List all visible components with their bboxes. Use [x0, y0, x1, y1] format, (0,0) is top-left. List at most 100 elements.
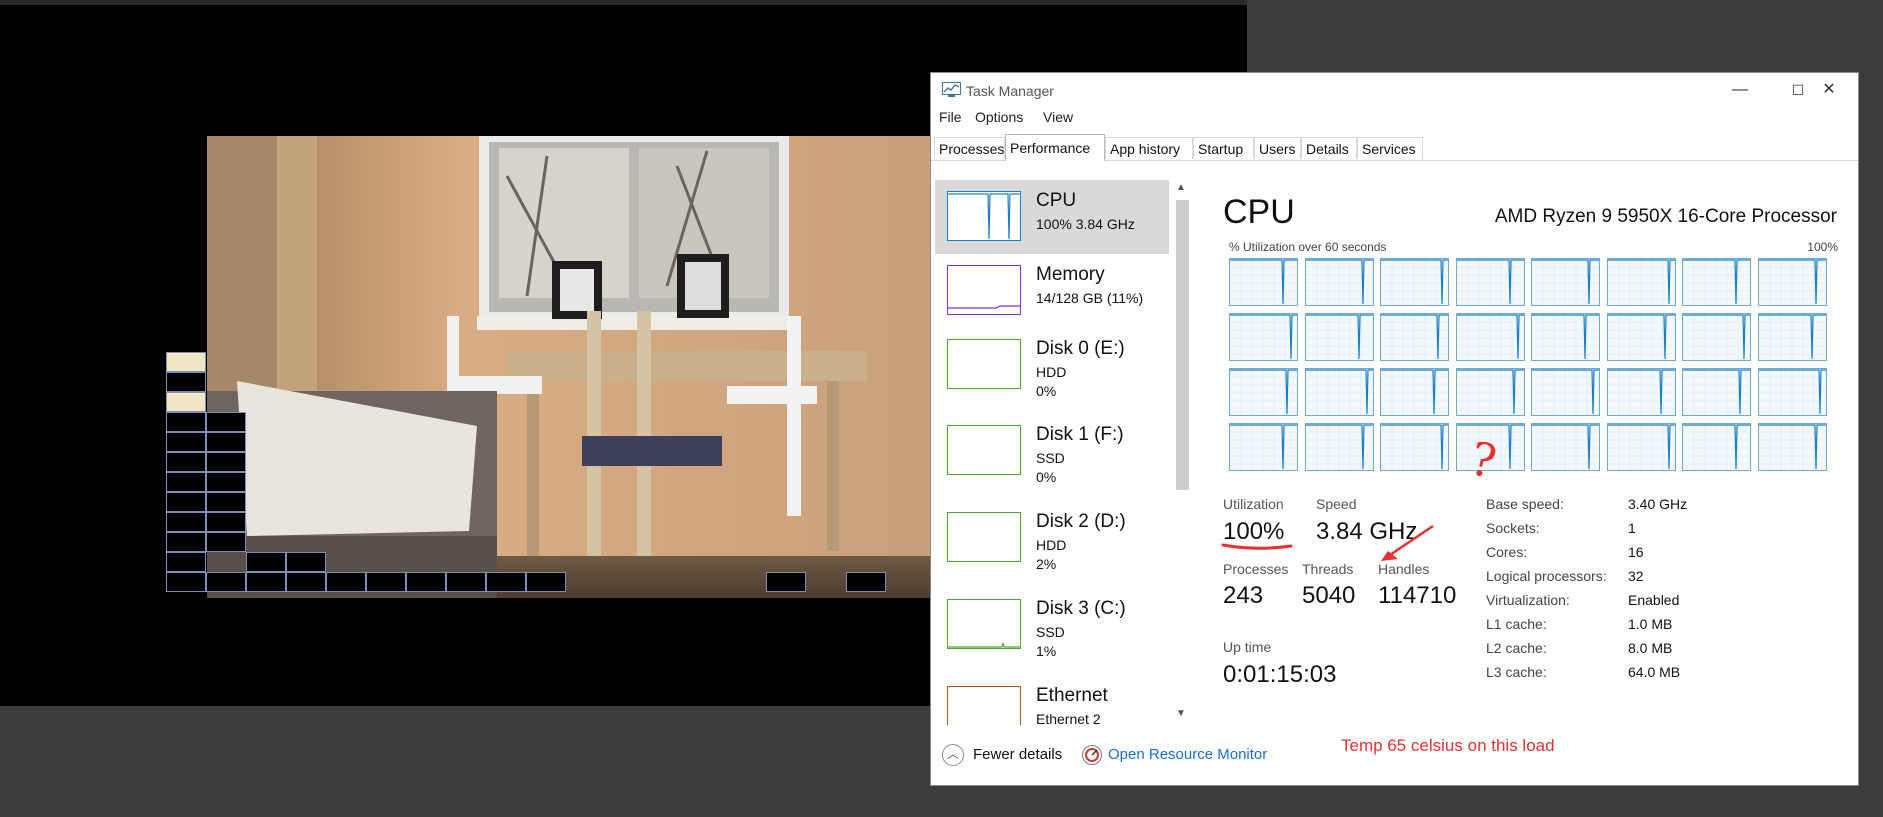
logical-processor-graph	[1757, 368, 1827, 416]
logical-processor-graph	[1606, 313, 1676, 361]
render-window-top-strip	[0, 0, 1247, 5]
sidebar-item-subtitle: 14/128 GB (11%)	[1036, 290, 1144, 306]
logical-processor-graph	[1531, 368, 1600, 416]
threads-label: Threads	[1302, 561, 1354, 577]
sidebar-item-title: Disk 3 (C:)	[1036, 598, 1126, 619]
logical-processor-graph	[1229, 258, 1298, 306]
sidebar-item-title: Disk 2 (D:)	[1036, 511, 1126, 532]
tab-services[interactable]: Services	[1357, 137, 1423, 159]
tab-users[interactable]: Users	[1254, 137, 1301, 159]
chevron-up-icon[interactable]: ︿	[942, 744, 964, 766]
menu-file[interactable]: File	[939, 109, 962, 125]
render-bucket	[206, 412, 246, 432]
render-bucket	[246, 552, 286, 572]
cpu-line	[1607, 369, 1675, 415]
sidebar-item-disk-3[interactable]: Disk 3 (C:) SSD 1%	[935, 588, 1169, 662]
disk-mini-graph	[947, 339, 1021, 389]
detail-value: 8.0 MB	[1628, 640, 1673, 656]
logical-processor-graph	[1380, 368, 1449, 416]
sidebar-item-title: Disk 1 (F:)	[1036, 424, 1124, 445]
cpu-line	[1607, 424, 1675, 470]
cpu-line	[1758, 259, 1826, 305]
task-manager-icon	[942, 82, 961, 97]
logical-processor-graph	[1455, 368, 1525, 416]
cpu-line	[1532, 259, 1599, 305]
render-bucket	[166, 492, 206, 512]
close-button[interactable]: ✕	[1800, 73, 1858, 107]
render-bucket	[846, 572, 886, 592]
logical-processor-graph	[1606, 368, 1676, 416]
logical-processor-graph	[1380, 258, 1449, 306]
cpu-line	[1456, 259, 1524, 305]
logical-processor-graph	[1531, 423, 1600, 471]
uptime-label: Up time	[1223, 639, 1272, 655]
detail-key: L3 cache:	[1486, 664, 1547, 680]
detail-key: L1 cache:	[1486, 616, 1547, 632]
sidebar-item-usage: 1%	[1036, 643, 1057, 659]
tab-app-history[interactable]: App history	[1105, 137, 1193, 159]
sidebar-item-disk-1[interactable]: Disk 1 (F:) SSD 0%	[935, 414, 1169, 488]
cpu-line	[1230, 369, 1297, 415]
tab-details[interactable]: Details	[1301, 137, 1357, 159]
title-bar[interactable]: Task Manager — ☐ ✕	[931, 73, 1858, 107]
cpu-line	[1532, 424, 1599, 470]
open-resource-monitor-link[interactable]: Open Resource Monitor	[1108, 746, 1267, 763]
detail-key: L2 cache:	[1486, 640, 1547, 656]
render-bucket	[206, 572, 246, 592]
cpu-line	[1607, 259, 1675, 305]
render-bucket	[166, 392, 206, 412]
cpu-line	[1305, 314, 1373, 360]
resource-list: CPU 100% 3.84 GHz Memory 14/128 GB (11%)…	[935, 180, 1169, 725]
render-bucket	[286, 552, 326, 572]
cpu-line	[1758, 424, 1826, 470]
cpu-line	[1683, 314, 1750, 360]
render-bucket	[206, 532, 246, 552]
room-illustration	[207, 136, 934, 598]
tab-performance[interactable]: Performance	[1005, 134, 1105, 161]
memory-mini-graph	[947, 265, 1021, 315]
cpu-line	[1683, 369, 1750, 415]
render-bucket	[166, 532, 206, 552]
sidebar-item-ethernet[interactable]: Ethernet Ethernet 2	[935, 675, 1169, 725]
sidebar-item-memory[interactable]: Memory 14/128 GB (11%)	[935, 254, 1169, 328]
detail-value: 1.0 MB	[1628, 616, 1673, 632]
minimize-button[interactable]: —	[1711, 73, 1769, 107]
disk-mini-graph	[947, 512, 1021, 562]
resource-monitor-icon[interactable]	[1081, 744, 1103, 766]
sidebar-item-disk-0[interactable]: Disk 0 (E:) HDD 0%	[935, 328, 1169, 402]
logical-processor-graph	[1757, 258, 1827, 306]
rendered-room-image	[207, 136, 934, 598]
scroll-up-arrow-icon[interactable]: ▲	[1176, 182, 1186, 193]
render-bucket	[166, 432, 206, 452]
logical-processor-graph	[1229, 313, 1298, 361]
menu-options[interactable]: Options	[975, 109, 1023, 125]
scroll-down-arrow-icon[interactable]: ▼	[1176, 708, 1186, 719]
render-bucket	[206, 492, 246, 512]
tab-processes[interactable]: Processes	[934, 137, 1005, 159]
menu-view[interactable]: View	[1043, 109, 1073, 125]
cpu-line	[1758, 314, 1826, 360]
sidebar-item-subtitle: Ethernet 2	[1036, 711, 1101, 725]
memory-mini-graph-line	[948, 305, 1020, 309]
red-annotation-marks	[1221, 524, 1434, 561]
temperature-annotation: Temp 65 celsius on this load	[1341, 736, 1555, 755]
scrollbar-thumb[interactable]	[1176, 200, 1189, 490]
logical-processor-graph	[1531, 313, 1600, 361]
fewer-details-button[interactable]: Fewer details	[973, 746, 1062, 763]
sidebar-item-title: Memory	[1036, 264, 1105, 285]
sidebar-item-cpu[interactable]: CPU 100% 3.84 GHz	[935, 180, 1169, 254]
cpu-line	[1381, 369, 1448, 415]
menu-bar: File Options View	[931, 109, 1858, 129]
render-bucket	[326, 572, 366, 592]
tab-startup[interactable]: Startup	[1193, 137, 1254, 159]
render-bucket	[206, 432, 246, 452]
page-title: CPU	[1223, 193, 1295, 231]
sidebar-item-subtitle: 100% 3.84 GHz	[1036, 216, 1135, 232]
logical-processor-graph	[1455, 258, 1525, 306]
sidebar-item-disk-2[interactable]: Disk 2 (D:) HDD 2%	[935, 501, 1169, 575]
logical-processor-graph	[1682, 423, 1751, 471]
render-bucket	[526, 572, 566, 592]
cpu-line	[1305, 259, 1373, 305]
cpu-line	[1607, 314, 1675, 360]
disk-mini-graph-line	[948, 642, 1020, 648]
